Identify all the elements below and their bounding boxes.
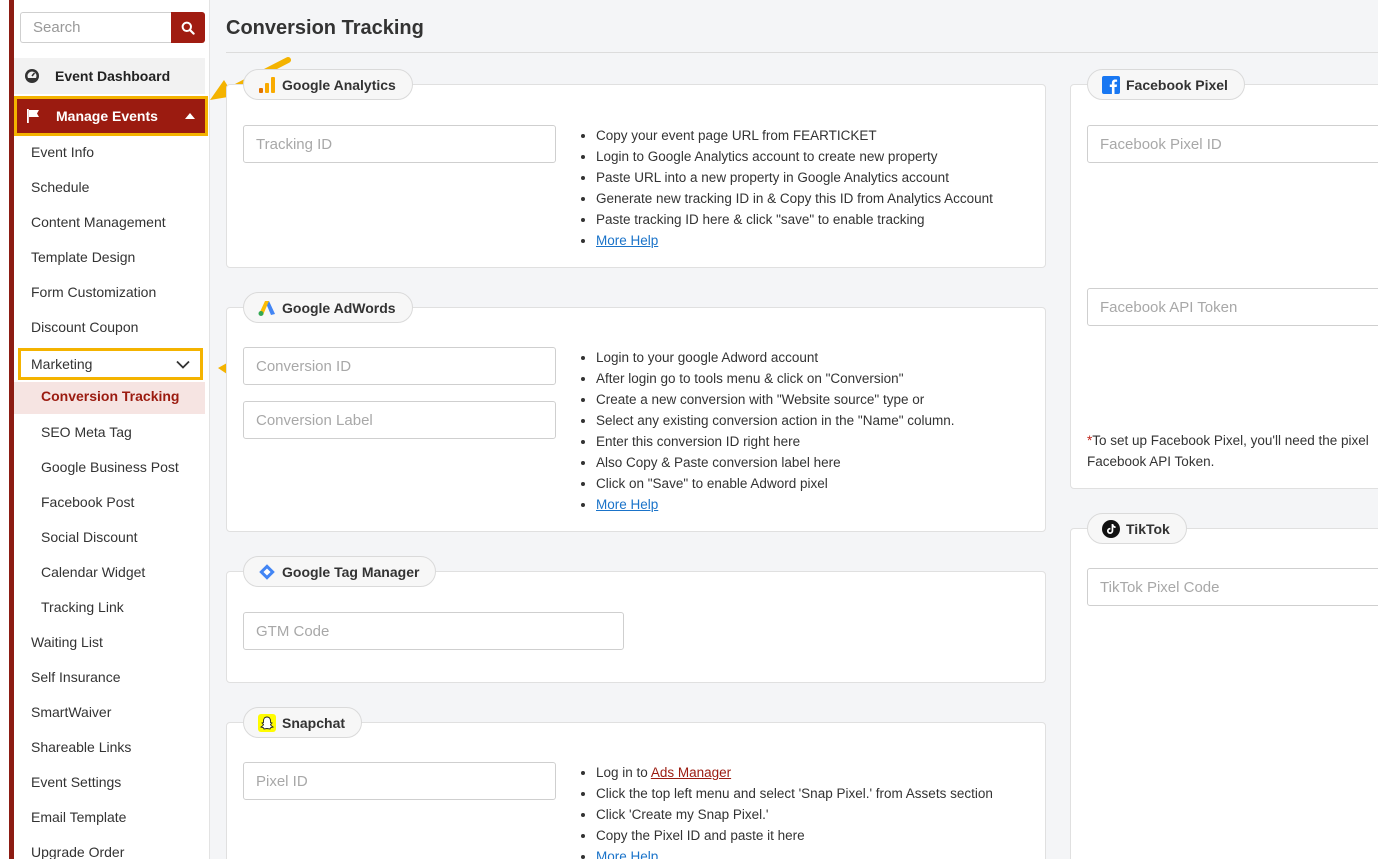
sidebar-item-label: Event Dashboard [55, 68, 171, 84]
google-adwords-help-list: Login to your google Adword account Afte… [580, 347, 955, 515]
snapchat-help-list: Log in to Ads Manager Click the top left… [580, 762, 993, 859]
google-analytics-help-list: Copy your event page URL from FEARTICKET… [580, 125, 993, 251]
help-step: Paste tracking ID here & click "save" to… [596, 209, 993, 230]
sidebar-item-smartwaiver[interactable]: SmartWaiver [31, 702, 111, 722]
facebook-pixel-id-input[interactable] [1087, 125, 1378, 163]
more-help-link[interactable]: More Help [596, 849, 658, 859]
help-step: Click on "Save" to enable Adword pixel [596, 473, 955, 494]
help-step: Click 'Create my Snap Pixel.' [596, 804, 993, 825]
left-edge-bar [0, 0, 14, 859]
tiktok-icon [1102, 519, 1120, 538]
facebook-icon [1102, 75, 1120, 94]
help-step: Copy your event page URL from FEARTICKET [596, 125, 993, 146]
help-step: Log in to Ads Manager [596, 762, 993, 783]
sidebar-item-discount-coupon[interactable]: Discount Coupon [31, 317, 138, 337]
help-step: More Help [596, 494, 955, 515]
help-step: Also Copy & Paste conversion label here [596, 452, 955, 473]
title-divider [226, 52, 1378, 53]
sidebar-item-event-settings[interactable]: Event Settings [31, 772, 121, 792]
sidebar-item-manage-events[interactable]: Manage Events [14, 96, 208, 136]
sidebar-item-schedule[interactable]: Schedule [31, 177, 89, 197]
sidebar-subitem-tracking-link[interactable]: Tracking Link [41, 597, 124, 617]
ads-manager-link[interactable]: Ads Manager [651, 765, 731, 780]
google-analytics-title: Google Analytics [282, 76, 396, 93]
note-line: Facebook API Token. [1087, 454, 1215, 469]
dashboard-gauge-icon [25, 69, 39, 83]
sidebar-subitem-calendar-widget[interactable]: Calendar Widget [41, 562, 145, 582]
facebook-api-token-input[interactable] [1087, 288, 1378, 326]
help-step: Click the top left menu and select 'Snap… [596, 783, 993, 804]
sidebar-subitem-google-business-post[interactable]: Google Business Post [41, 457, 179, 477]
sidebar-item-label: Manage Events [56, 108, 158, 124]
help-step: Login to Google Analytics account to cre… [596, 146, 993, 167]
help-step: Copy the Pixel ID and paste it here [596, 825, 993, 846]
sidebar-item-marketing[interactable]: Marketing [18, 348, 203, 380]
sidebar-item-template-design[interactable]: Template Design [31, 247, 135, 267]
more-help-link[interactable]: More Help [596, 497, 658, 512]
sidebar-item-label: Conversion Tracking [41, 388, 180, 404]
google-adwords-title: Google AdWords [282, 299, 396, 316]
sidebar-subitem-facebook-post[interactable]: Facebook Post [41, 492, 134, 512]
conversion-label-input[interactable] [243, 401, 556, 439]
sidebar-item-label: Marketing [31, 356, 93, 372]
sidebar-subitem-seo-meta-tag[interactable]: SEO Meta Tag [41, 422, 132, 442]
gtm-code-input[interactable] [243, 612, 624, 650]
search-input[interactable] [20, 12, 171, 43]
sidebar-item-email-template[interactable]: Email Template [31, 807, 126, 827]
sidebar-item-self-insurance[interactable]: Self Insurance [31, 667, 121, 687]
sidebar-item-waiting-list[interactable]: Waiting List [31, 632, 103, 652]
gtm-header: Google Tag Manager [243, 556, 437, 587]
note-line: To set up Facebook Pixel, you'll need th… [1092, 433, 1369, 448]
tiktok-header: TikTok [1087, 513, 1187, 544]
facebook-setup-note: *To set up Facebook Pixel, you'll need t… [1087, 430, 1378, 472]
chevron-down-icon [176, 360, 190, 369]
snapchat-icon [258, 713, 276, 732]
help-step: More Help [596, 230, 993, 251]
help-step: Login to your google Adword account [596, 347, 955, 368]
sidebar-subitem-conversion-tracking[interactable]: Conversion Tracking [14, 382, 205, 414]
sidebar-item-shareable-links[interactable]: Shareable Links [31, 737, 131, 757]
sidebar-item-event-info[interactable]: Event Info [31, 142, 94, 162]
page-title: Conversion Tracking [226, 17, 424, 39]
google-adwords-header: Google AdWords [243, 292, 413, 323]
search-button[interactable] [171, 12, 205, 43]
sidebar-search [20, 12, 205, 43]
help-step: Enter this conversion ID right here [596, 431, 955, 452]
google-analytics-icon [258, 76, 276, 94]
help-step: Generate new tracking ID in & Copy this … [596, 188, 993, 209]
tracking-id-input[interactable] [243, 125, 556, 163]
sidebar-item-upgrade-order[interactable]: Upgrade Order [31, 842, 124, 859]
more-help-link[interactable]: More Help [596, 233, 658, 248]
help-step-prefix: Log in to [596, 765, 651, 780]
help-step: After login go to tools menu & click on … [596, 368, 955, 389]
tiktok-pixel-code-input[interactable] [1087, 568, 1378, 606]
help-step: Paste URL into a new property in Google … [596, 167, 993, 188]
snapchat-title: Snapchat [282, 714, 346, 731]
sidebar-item-form-customization[interactable]: Form Customization [31, 282, 156, 302]
help-step: More Help [596, 846, 993, 859]
help-step: Select any existing conversion action in… [596, 410, 955, 431]
snapchat-header: Snapchat [243, 707, 363, 738]
google-tag-manager-icon [258, 563, 276, 581]
flag-icon [27, 109, 39, 123]
sidebar-subitem-social-discount[interactable]: Social Discount [41, 527, 138, 547]
caret-up-icon [185, 113, 195, 119]
conversion-id-input[interactable] [243, 347, 556, 385]
help-step: Create a new conversion with "Website so… [596, 389, 955, 410]
facebook-pixel-header: Facebook Pixel [1087, 69, 1245, 100]
search-icon [181, 21, 195, 35]
sidebar-item-content-management[interactable]: Content Management [31, 212, 166, 232]
google-analytics-header: Google Analytics [243, 69, 413, 100]
tiktok-title: TikTok [1126, 520, 1170, 537]
pixel-id-input[interactable] [243, 762, 556, 800]
sidebar: Event Dashboard Manage Events Event Info… [14, 0, 210, 859]
gtm-title: Google Tag Manager [282, 563, 420, 580]
facebook-pixel-title: Facebook Pixel [1126, 76, 1228, 93]
sidebar-item-event-dashboard[interactable]: Event Dashboard [14, 58, 205, 94]
google-ads-icon [258, 299, 276, 317]
